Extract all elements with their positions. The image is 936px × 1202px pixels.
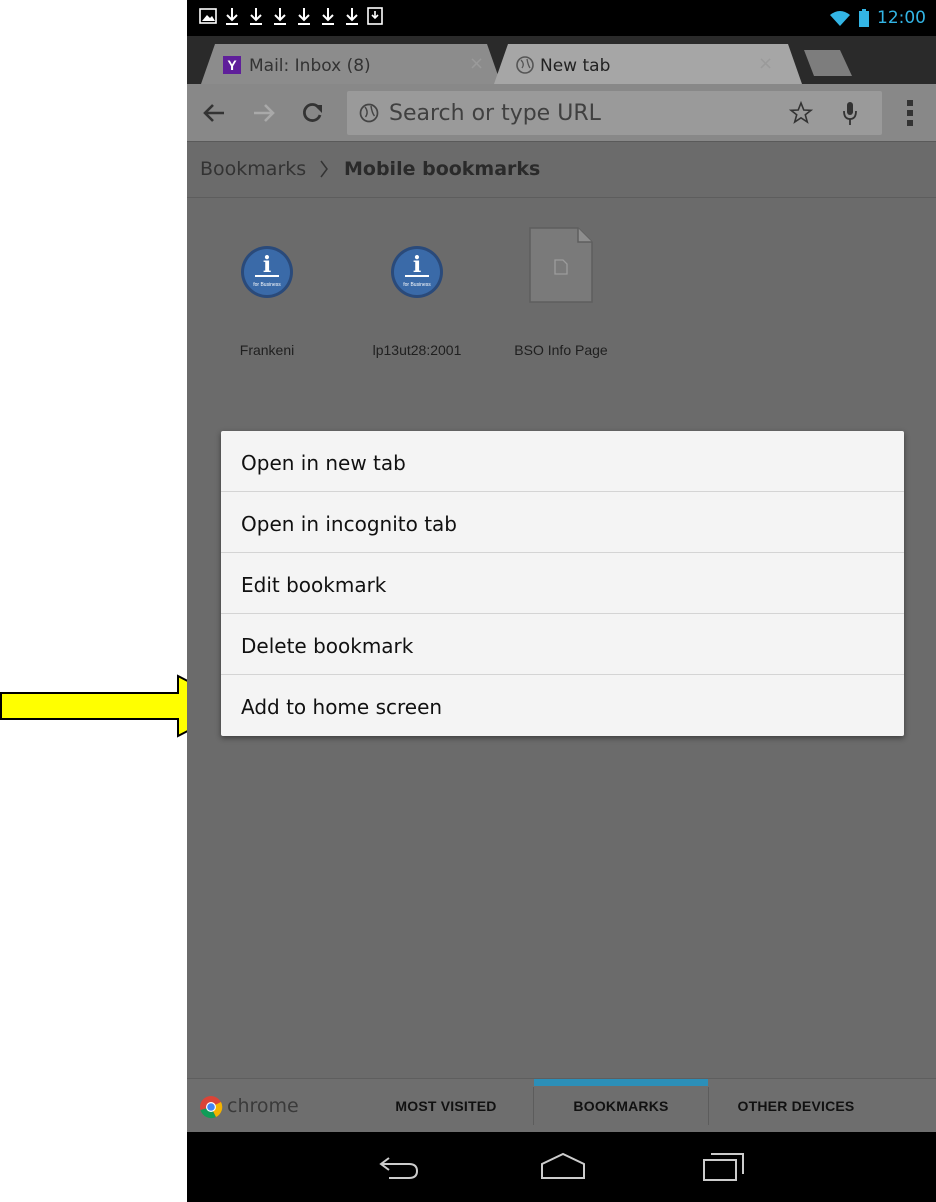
bottom-tab-label: BOOKMARKS (573, 1098, 669, 1114)
download-icon (298, 8, 310, 25)
breadcrumb: Bookmarks Mobile bookmarks (187, 142, 936, 198)
battery-icon (859, 9, 869, 27)
menu-item-label: Open in incognito tab (241, 512, 457, 536)
bookmark-title: lp13ut28:2001 (372, 342, 462, 358)
bookmark-item[interactable]: BSO Info Page (486, 227, 636, 358)
forward-button[interactable] (249, 98, 279, 128)
reload-button[interactable] (297, 98, 327, 128)
download-icon (274, 8, 286, 25)
breadcrumb-root[interactable]: Bookmarks (200, 158, 306, 180)
close-tab-icon[interactable]: × (758, 53, 773, 74)
image-icon (199, 8, 217, 24)
svg-text:i: i (263, 252, 271, 278)
menu-item-edit-bookmark[interactable]: Edit bookmark (221, 553, 904, 614)
download-complete-icon (367, 7, 383, 25)
home-icon[interactable] (539, 1150, 587, 1180)
svg-text:i: i (413, 252, 421, 278)
overflow-menu-icon (907, 100, 913, 126)
system-navigation-bar (187, 1132, 936, 1202)
tab-new-tab[interactable]: New tab × (494, 44, 802, 84)
yahoo-y-icon: Y (223, 56, 241, 74)
bookmark-item[interactable]: i for Business lp13ut28:2001 (342, 240, 492, 358)
tab-most-visited[interactable]: MOST VISITED (359, 1079, 533, 1133)
svg-text:for Business: for Business (403, 282, 431, 288)
download-icon (226, 8, 238, 25)
chevron-right-icon (320, 160, 328, 178)
tab-label: New tab (540, 56, 611, 76)
wifi-icon (830, 11, 850, 26)
back-icon[interactable] (375, 1150, 423, 1180)
status-bar: 12:00 (187, 0, 936, 36)
forward-arrow-icon (254, 104, 275, 122)
clock: 12:00 (877, 8, 926, 28)
document-page-icon (529, 227, 593, 303)
star-icon[interactable] (789, 101, 813, 125)
download-icon (346, 8, 358, 25)
bookmark-title: Frankeni (239, 342, 295, 358)
tab-bookmarks[interactable]: BOOKMARKS (534, 1079, 708, 1133)
menu-item-delete-bookmark[interactable]: Delete bookmark (221, 614, 904, 675)
ntp-bottom-tabs: chrome MOST VISITED BOOKMARKS OTHER DEVI… (187, 1078, 936, 1132)
bookmark-item[interactable]: i for Business Frankeni (192, 240, 342, 358)
status-right-cluster: 12:00 (829, 8, 926, 28)
bookmark-context-menu: Open in new tab Open in incognito tab Ed… (221, 431, 904, 736)
overflow-menu-button[interactable] (900, 98, 920, 128)
microphone-icon[interactable] (841, 101, 859, 127)
selected-tab-indicator (534, 1079, 708, 1086)
reload-icon (303, 103, 322, 122)
bottom-tab-label: MOST VISITED (395, 1098, 497, 1114)
back-button[interactable] (199, 98, 229, 128)
menu-item-label: Edit bookmark (241, 573, 387, 597)
tab-mail-inbox[interactable]: Y Mail: Inbox (8) × (201, 44, 501, 84)
svg-text:for Business: for Business (253, 282, 281, 288)
recent-apps-icon[interactable] (701, 1150, 747, 1182)
tab-label: Mail: Inbox (8) (249, 56, 371, 76)
new-tab-button[interactable] (804, 50, 852, 76)
chrome-logo-icon (200, 1096, 223, 1119)
menu-item-add-to-home-screen[interactable]: Add to home screen (221, 675, 904, 736)
globe-icon (359, 103, 379, 123)
ibm-i-for-business-icon: i for Business (391, 246, 443, 298)
notification-icons (199, 6, 383, 26)
chrome-wordmark: chrome (227, 1095, 299, 1117)
close-tab-icon[interactable]: × (469, 53, 484, 74)
tab-strip: Y Mail: Inbox (8) × New tab × (187, 36, 936, 84)
tab-other-devices[interactable]: OTHER DEVICES (709, 1079, 883, 1133)
download-icon (322, 8, 334, 25)
breadcrumb-current: Mobile bookmarks (344, 158, 541, 180)
menu-item-label: Delete bookmark (241, 634, 414, 658)
ibm-i-for-business-icon: i for Business (241, 246, 293, 298)
android-device-screen: 12:00 Y Mail: Inbox (8) × New tab × Sear… (187, 0, 936, 1202)
omnibox[interactable]: Search or type URL (347, 91, 882, 135)
browser-toolbar: Search or type URL (187, 84, 936, 142)
bottom-tab-label: OTHER DEVICES (737, 1098, 855, 1114)
back-arrow-icon (203, 104, 224, 122)
menu-item-open-in-new-tab[interactable]: Open in new tab (221, 431, 904, 492)
omnibox-input[interactable]: Search or type URL (389, 101, 601, 126)
globe-icon (516, 56, 534, 74)
menu-item-label: Add to home screen (241, 695, 443, 719)
svg-text:Y: Y (227, 57, 237, 73)
bookmark-title: BSO Info Page (514, 342, 608, 358)
download-icon (250, 8, 262, 25)
menu-item-open-in-incognito-tab[interactable]: Open in incognito tab (221, 492, 904, 553)
menu-item-label: Open in new tab (241, 451, 406, 475)
